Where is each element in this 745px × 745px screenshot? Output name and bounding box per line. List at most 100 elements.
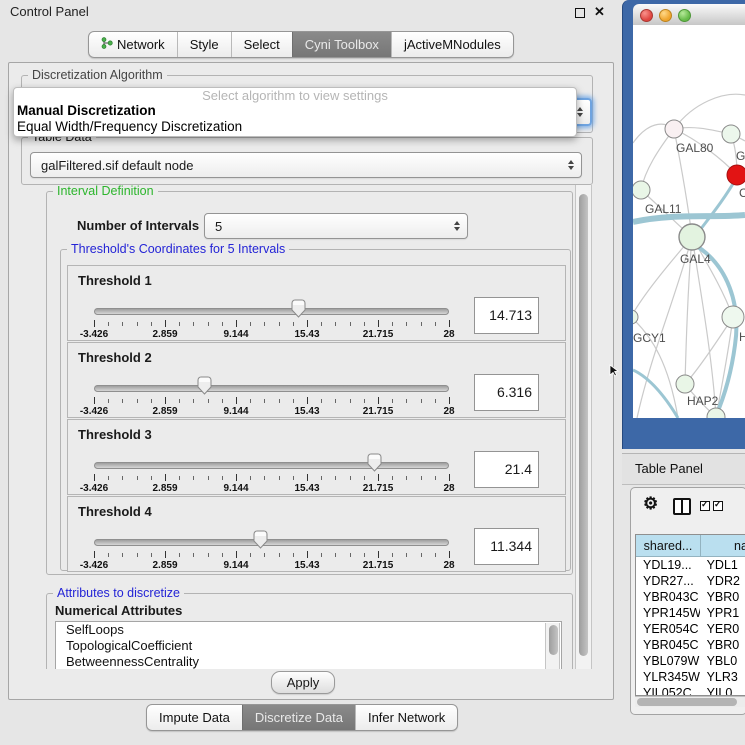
threshold-slider[interactable]: -3.4262.8599.14415.4321.71528	[94, 450, 449, 494]
apply-button[interactable]: Apply	[271, 671, 335, 694]
tick-label: 2.859	[152, 406, 177, 417]
slider-track[interactable]	[94, 462, 449, 469]
threshold-value-field[interactable]: 21.4	[474, 451, 539, 488]
slider-thumb[interactable]	[253, 530, 268, 550]
slider-track[interactable]	[94, 539, 449, 546]
table-row[interactable]: YIL052CYIL0	[636, 685, 745, 695]
minimize-traffic-light[interactable]	[659, 9, 672, 22]
node-label: GAL80	[676, 141, 714, 155]
tick-mark	[364, 399, 365, 403]
network-node[interactable]	[727, 165, 745, 185]
threshold-slider[interactable]: -3.4262.8599.14415.4321.71528	[94, 373, 449, 417]
table-row[interactable]: YBR045CYBR0	[636, 637, 745, 653]
algorithm-dropdown-popup: Select algorithm to view settings Manual…	[13, 87, 577, 137]
tab-cyni-toolbox[interactable]: Cyni Toolbox	[292, 32, 391, 57]
table-hscrollbar[interactable]	[635, 696, 745, 707]
table-data-combobox[interactable]: galFiltered.sif default node	[30, 152, 582, 178]
tick-mark	[279, 322, 280, 326]
tick-mark	[335, 553, 336, 557]
tick-mark	[108, 399, 109, 403]
network-node[interactable]	[679, 224, 705, 250]
slider-track[interactable]	[94, 385, 449, 392]
threshold-value-field[interactable]: 11.344	[474, 528, 539, 565]
table-row[interactable]: YLR345WYLR3	[636, 669, 745, 685]
tick-mark	[122, 476, 123, 480]
tab-jactivemnodules[interactable]: jActiveMNodules	[391, 32, 513, 57]
tab-discretize-data[interactable]: Discretize Data	[242, 705, 355, 730]
network-node[interactable]	[722, 306, 744, 328]
threshold-panel: Threshold 4 -3.4262.8599.14415.4321.7152…	[67, 496, 566, 572]
table-row[interactable]: YER054CYER0	[636, 621, 745, 637]
slider-thumb[interactable]	[197, 376, 212, 396]
columns-icon[interactable]	[673, 498, 691, 515]
network-graph-icon	[101, 37, 113, 52]
column-header-name[interactable]: na	[701, 535, 745, 557]
network-edge	[641, 129, 674, 190]
maximize-traffic-light[interactable]	[678, 9, 691, 22]
tick-label: 2.859	[152, 483, 177, 494]
table-row[interactable]: YDR27...YDR2	[636, 573, 745, 589]
table-row[interactable]: YPR145WYPR1	[636, 605, 745, 621]
mouse-cursor	[609, 364, 619, 378]
table-row[interactable]: YBR043CYBR0	[636, 589, 745, 605]
attribute-item[interactable]: SelfLoops	[56, 622, 561, 638]
number-of-intervals-combobox[interactable]: 5	[204, 213, 468, 239]
tab-impute-data[interactable]: Impute Data	[147, 705, 242, 730]
tick-label: 28	[443, 329, 454, 340]
network-node[interactable]	[633, 310, 638, 324]
gear-icon[interactable]: ⚙	[643, 494, 658, 514]
close-icon[interactable]: ✕	[594, 4, 605, 20]
tick-mark	[279, 553, 280, 557]
table-row[interactable]: YDL19...YDL1	[636, 557, 745, 573]
tick-mark	[350, 476, 351, 480]
list-scrollbar[interactable]	[545, 623, 560, 669]
network-window-titlebar[interactable]	[633, 4, 745, 26]
network-node[interactable]	[707, 408, 725, 418]
tab-infer-network[interactable]: Infer Network	[355, 705, 457, 730]
tab-network[interactable]: Network	[89, 32, 177, 57]
float-window-icon[interactable]	[575, 8, 585, 18]
table-row[interactable]: YBL079WYBL0	[636, 653, 745, 669]
close-traffic-light[interactable]	[640, 9, 653, 22]
popup-item[interactable]: Equal Width/Frequency Discretization	[14, 119, 576, 135]
tick-mark	[108, 322, 109, 326]
slider-thumb[interactable]	[367, 453, 382, 473]
slider-track[interactable]	[94, 308, 449, 315]
table-hscrollbar-thumb[interactable]	[637, 698, 737, 706]
slider-thumb[interactable]	[291, 299, 306, 319]
network-node[interactable]	[665, 120, 683, 138]
attribute-item[interactable]: BetweennessCentrality	[56, 654, 561, 669]
tick-mark	[406, 476, 407, 480]
network-node[interactable]	[722, 125, 740, 143]
table-cell: YIL0	[700, 685, 745, 695]
checkbox-icon[interactable]	[713, 501, 723, 511]
numerical-attributes-list[interactable]: SelfLoopsTopologicalCoefficientBetweenne…	[55, 621, 562, 669]
network-node[interactable]	[676, 375, 694, 393]
network-node[interactable]	[633, 181, 650, 199]
threshold-slider[interactable]: -3.4262.8599.14415.4321.71528	[94, 527, 449, 571]
tick-mark	[179, 476, 180, 480]
settings-scrollbar-thumb[interactable]	[579, 194, 588, 656]
checkbox-icon[interactable]	[700, 501, 710, 511]
network-canvas[interactable]: GAL80GAL11GAL4GCY1HHAP2GAC	[633, 25, 745, 418]
attribute-item[interactable]: TopologicalCoefficient	[56, 638, 561, 654]
threshold-value-field[interactable]: 6.316	[474, 374, 539, 411]
tick-mark	[378, 320, 379, 327]
threshold-panel: Threshold 1 -3.4262.8599.14415.4321.7152…	[67, 265, 566, 341]
popup-item[interactable]: Manual Discretization	[14, 103, 576, 119]
top-tabbar: Network Style Select Cyni Toolbox jActiv…	[88, 31, 514, 58]
attr-items-host: SelfLoopsTopologicalCoefficientBetweenne…	[56, 622, 561, 669]
threshold-value-field[interactable]: 14.713	[474, 297, 539, 334]
table-panel-title: Table Panel	[635, 461, 703, 476]
threshold-panel: Threshold 3 -3.4262.8599.14415.4321.7152…	[67, 419, 566, 495]
panel-title: Control Panel	[10, 4, 89, 19]
tab-style[interactable]: Style	[177, 32, 231, 57]
tick-mark	[165, 397, 166, 404]
settings-scrollbar[interactable]	[575, 185, 592, 669]
thresholds-legend: Threshold's Coordinates for 5 Intervals	[67, 242, 289, 256]
list-scrollbar-thumb[interactable]	[549, 625, 558, 655]
column-header-shared[interactable]: shared...	[636, 535, 701, 557]
threshold-slider[interactable]: -3.4262.8599.14415.4321.71528	[94, 296, 449, 340]
table-cell: YDR2	[700, 573, 745, 589]
tab-select[interactable]: Select	[231, 32, 292, 57]
